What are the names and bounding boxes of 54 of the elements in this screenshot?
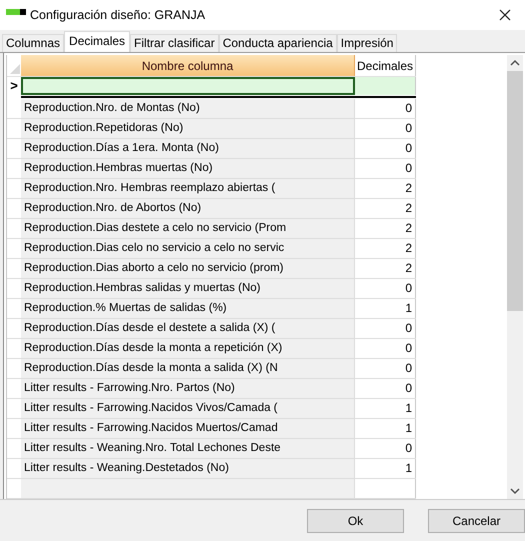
table-cell: Reproduction.Dias destete a celo no servicio (Prom	[21, 219, 355, 238]
tab[interactable]: Conducta apariencia	[218, 34, 337, 52]
table-cell: Litter results - Farrowing.Nacidos Vivos/Camada (	[21, 399, 355, 418]
table-cell: Reproduction.Nro. de Montas (No)	[21, 99, 355, 118]
tab[interactable]: Filtrar clasificar	[130, 34, 219, 52]
table-cell: 1	[355, 299, 416, 318]
scrollbar[interactable]	[507, 55, 523, 499]
table-cell: 0	[355, 159, 416, 178]
table-cell: Litter results - Weaning.Nro. Total Lechones Deste	[21, 439, 355, 458]
window-title: Configuración diseño: GRANJA	[30, 8, 206, 22]
table-cell: Reproduction.Días desde la monta a salida (X) (N	[21, 359, 355, 378]
cancel-button[interactable]: Cancelar	[428, 508, 525, 532]
table-cell: Litter results - Farrowing.Nro. Partos (No)	[21, 379, 355, 398]
table-cell: Reproduction.Dias aborto a celo no servicio (prom)	[21, 259, 355, 278]
table-cell: Reproduction.Hembras salidas y muertas (No)	[21, 279, 355, 298]
input-field[interactable]	[21, 76, 355, 95]
tab[interactable]: Impresión	[336, 34, 398, 52]
table-cell: Reproduction.Días desde la monta a repetición (X)	[21, 339, 355, 358]
table-cell: 2	[355, 239, 416, 258]
table-cell: 1	[355, 419, 416, 438]
table-cell: 2	[355, 179, 416, 198]
table-cell: Reproduction.Hembras muertas (No)	[21, 159, 355, 178]
ok-button[interactable]: Ok	[307, 508, 404, 532]
table-cell: Litter results - Weaning.Destetados (No)	[21, 459, 355, 478]
table-cell: 0	[355, 139, 416, 158]
table-cell: Reproduction.Días desde el destete a salida (X) (	[21, 319, 355, 338]
column-header[interactable]: Nombre columna	[21, 55, 355, 76]
table-cell: Litter results - Farrowing.Nacidos Muertos/Camad	[21, 419, 355, 438]
table-cell: Reproduction.% Muertas de salidas (%)	[21, 299, 355, 318]
table-cell: 2	[355, 199, 416, 218]
app-icon	[6, 9, 26, 17]
table-cell: Reproduction.Días a 1era. Monta (No)	[21, 139, 355, 158]
table-cell: Reproduction.Dias celo no servicio a celo no servic	[21, 239, 355, 258]
table-cell: 0	[355, 439, 416, 458]
table-cell: 0	[355, 319, 416, 338]
tab[interactable]: Decimales	[64, 31, 130, 52]
table-cell: Reproduction.Nro. Hembras reemplazo abiertas (	[21, 179, 355, 198]
table-cell: 0	[355, 359, 416, 378]
table-cell: 0	[355, 339, 416, 358]
table-cell: 2	[355, 259, 416, 278]
table-cell: 0	[355, 379, 416, 398]
table-cell: 2	[355, 219, 416, 238]
row-indicator: >	[9, 76, 19, 95]
close-icon[interactable]	[499, 9, 511, 21]
table-cell: Reproduction.Nro. de Abortos (No)	[21, 199, 355, 218]
tab[interactable]: Columnas	[2, 34, 64, 52]
table-cell	[355, 76, 416, 95]
table-cell: 0	[355, 99, 416, 118]
table-cell: 1	[355, 459, 416, 478]
column-header[interactable]: Decimales	[355, 55, 416, 76]
table-cell: 0	[355, 119, 416, 138]
table-cell: 1	[355, 399, 416, 418]
table-cell: Reproduction.Repetidoras (No)	[21, 119, 355, 138]
table-cell: 0	[355, 279, 416, 298]
